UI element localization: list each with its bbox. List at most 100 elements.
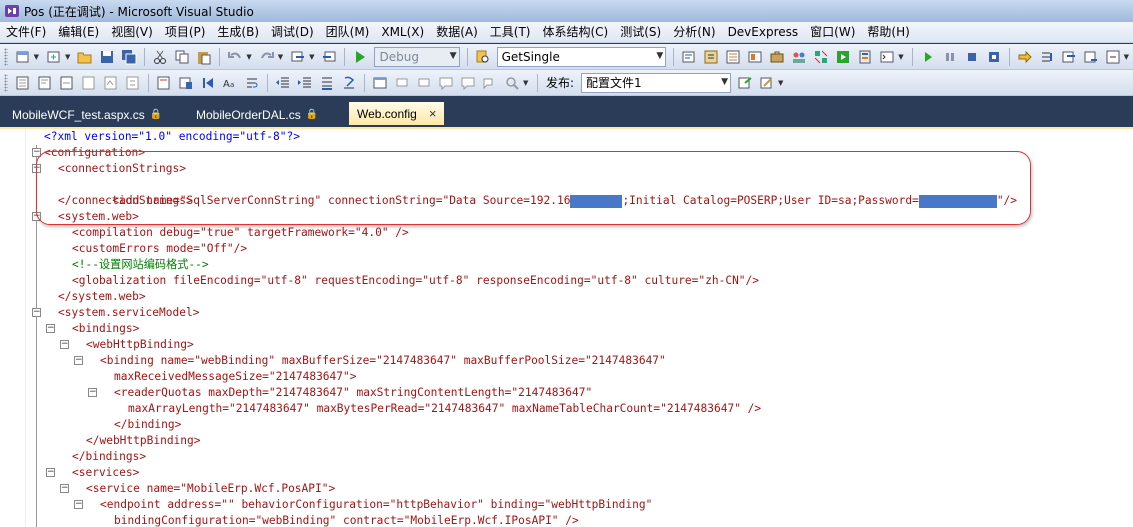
visual-studio-icon: [5, 5, 19, 17]
stop-icon[interactable]: [964, 49, 980, 65]
chevron-down-icon[interactable]: ▼: [1124, 53, 1131, 61]
tab-mobilewcf-test[interactable]: MobileWCF_test.aspx.cs 🔒: [4, 104, 170, 125]
menu-test[interactable]: 测试(S): [614, 22, 667, 43]
toolbar-separator: [267, 73, 268, 92]
pause-icon[interactable]: [942, 49, 958, 65]
team-explorer-icon[interactable]: [791, 49, 807, 65]
chevron-down-icon[interactable]: ▼: [523, 79, 531, 87]
menu-architecture[interactable]: 体系结构(C): [536, 22, 614, 43]
menu-xml[interactable]: XML(X): [375, 22, 430, 43]
comment-icon[interactable]: [438, 75, 454, 91]
toggle-bookmark-icon[interactable]: [178, 75, 194, 91]
publish-profile-select[interactable]: 配置文件1 ▼: [581, 72, 732, 93]
solution-configuration-select[interactable]: Debug ▼: [374, 46, 460, 67]
display-word-completion-icon[interactable]: [81, 75, 97, 91]
code-line: <globalization fileEncoding="utf-8" requ…: [72, 274, 760, 287]
menu-file[interactable]: 文件(F): [0, 22, 52, 43]
cut-icon[interactable]: [152, 49, 168, 65]
save-all-icon[interactable]: [121, 49, 137, 65]
word-wrap-icon[interactable]: [244, 75, 260, 91]
move-left-icon[interactable]: [394, 75, 410, 91]
extension-manager-icon[interactable]: [813, 49, 829, 65]
menu-project[interactable]: 项目(P): [159, 22, 212, 43]
server-explorer-icon[interactable]: [857, 49, 873, 65]
toolbar-grip[interactable]: [4, 47, 8, 66]
object-browser-icon[interactable]: [747, 49, 763, 65]
menu-edit[interactable]: 编辑(E): [52, 22, 105, 43]
find-symbol-icon[interactable]: [681, 49, 697, 65]
chevron-down-icon[interactable]: ▼: [309, 53, 316, 61]
breakpoints-icon[interactable]: [1105, 49, 1121, 65]
code-line: <customErrors mode="Off"/>: [72, 242, 248, 255]
add-item-icon[interactable]: [46, 49, 62, 65]
menu-build[interactable]: 生成(B): [211, 22, 265, 43]
copy-icon[interactable]: [174, 49, 190, 65]
step-out-icon[interactable]: [1083, 49, 1099, 65]
toolbox-icon[interactable]: [769, 49, 785, 65]
chevron-down-icon[interactable]: ▼: [778, 79, 786, 87]
decrease-indent-icon[interactable]: [275, 75, 291, 91]
title-bar: Pos (正在调试) - Microsoft Visual Studio: [0, 0, 1133, 22]
complete-word-icon[interactable]: [103, 75, 119, 91]
undo-icon[interactable]: [227, 49, 243, 65]
new-project-icon[interactable]: [15, 49, 31, 65]
find-combo[interactable]: GetSingle ▼: [496, 46, 667, 67]
menu-help[interactable]: 帮助(H): [861, 22, 915, 43]
insert-snippet-icon[interactable]: [125, 75, 141, 91]
menu-data[interactable]: 数据(A): [430, 22, 484, 43]
find-in-files-icon[interactable]: [475, 49, 491, 65]
move-right-icon[interactable]: [416, 75, 432, 91]
surround-with-icon[interactable]: [156, 75, 172, 91]
command-window-icon[interactable]: [879, 49, 895, 65]
font-size-icon[interactable]: Aa: [222, 75, 238, 91]
menu-devexpress[interactable]: DevExpress: [722, 22, 805, 43]
display-parameter-info-icon[interactable]: [37, 75, 53, 91]
menu-debug[interactable]: 调试(D): [265, 22, 320, 43]
code-editor[interactable]: − − − − − − − − − − − <?xml version="1.0…: [0, 129, 1133, 527]
publish-settings-icon[interactable]: [759, 75, 775, 91]
navigate-forward-icon[interactable]: [321, 49, 337, 65]
open-folder-icon[interactable]: [77, 49, 93, 65]
continue-icon[interactable]: [920, 49, 936, 65]
close-icon[interactable]: ×: [429, 106, 437, 121]
toolbar-separator: [537, 73, 538, 92]
chevron-down-icon[interactable]: ▼: [898, 53, 905, 61]
chevron-down-icon[interactable]: ▼: [65, 53, 72, 61]
search-icon[interactable]: [504, 75, 520, 91]
html-source-icon[interactable]: [372, 75, 388, 91]
menu-view[interactable]: 视图(V): [105, 22, 159, 43]
chevron-down-icon[interactable]: ▼: [34, 53, 41, 61]
display-quick-info-icon[interactable]: [59, 75, 75, 91]
menu-analyze[interactable]: 分析(N): [667, 22, 721, 43]
step-over-icon[interactable]: [1061, 49, 1077, 65]
tab-mobileorderdal[interactable]: MobileOrderDAL.cs 🔒: [188, 104, 326, 125]
comment-out-icon[interactable]: [319, 75, 335, 91]
properties-window-icon[interactable]: [725, 49, 741, 65]
solution-explorer-icon[interactable]: [703, 49, 719, 65]
paste-icon[interactable]: [196, 49, 212, 65]
start-page-icon[interactable]: [835, 49, 851, 65]
chevron-down-icon[interactable]: ▼: [278, 53, 285, 61]
menu-window[interactable]: 窗口(W): [804, 22, 861, 43]
publish-web-icon[interactable]: [737, 75, 753, 91]
tab-label: MobileWCF_test.aspx.cs: [12, 107, 145, 122]
restart-icon[interactable]: [986, 49, 1002, 65]
show-next-statement-icon[interactable]: [1017, 49, 1033, 65]
menu-team[interactable]: 团队(M): [320, 22, 376, 43]
text-editor-toolbar: Aa ▼ 发布: 配置文件1 ▼ ▼: [0, 70, 1133, 96]
step-into-icon[interactable]: [1039, 49, 1055, 65]
start-debugging-icon[interactable]: [352, 49, 368, 65]
uncomment-icon[interactable]: [341, 75, 357, 91]
format-icon[interactable]: [482, 75, 498, 91]
toolbar-grip[interactable]: [4, 73, 8, 92]
save-icon[interactable]: [99, 49, 115, 65]
callout-icon[interactable]: [460, 75, 476, 91]
menu-tools[interactable]: 工具(T): [484, 22, 537, 43]
previous-bookmark-icon[interactable]: [200, 75, 216, 91]
chevron-down-icon[interactable]: ▼: [246, 53, 253, 61]
display-object-member-list-icon[interactable]: [15, 75, 31, 91]
tab-web-config[interactable]: Web.config ×: [349, 102, 445, 125]
navigate-backward-icon[interactable]: [290, 49, 306, 65]
increase-indent-icon[interactable]: [297, 75, 313, 91]
redo-icon[interactable]: [259, 49, 275, 65]
